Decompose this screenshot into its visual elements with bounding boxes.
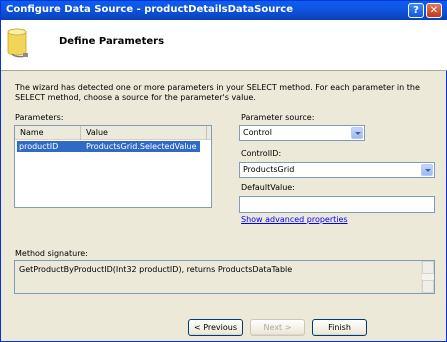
previous-button[interactable]: < Previous [188, 319, 243, 336]
window-title: Configure Data Source - productDetailsDa… [6, 4, 293, 15]
method-signature-scrollbar[interactable] [421, 261, 434, 293]
method-signature-label: Method signature: [15, 249, 88, 258]
parameter-name: productID [19, 142, 59, 151]
method-signature-box: GetProductByProductID(Int32 productID), … [14, 260, 435, 294]
control-id-select[interactable]: ProductsGrid [239, 162, 435, 178]
finish-button[interactable]: Finish [312, 319, 367, 336]
chevron-down-icon[interactable] [351, 127, 363, 139]
title-bar: Configure Data Source - productDetailsDa… [1, 1, 447, 20]
parameter-source-label: Parameter source: [241, 113, 315, 122]
column-header-value[interactable]: Value [81, 126, 207, 140]
parameters-label: Parameters: [15, 113, 64, 122]
scroll-up-icon[interactable] [422, 261, 434, 274]
page-heading: Define Parameters [59, 36, 165, 47]
close-button[interactable]: ✕ [426, 3, 442, 18]
next-button[interactable]: Next > [250, 319, 305, 336]
parameter-value: ProductsGrid.SelectedValue [86, 142, 197, 151]
parameter-source-value: Control [243, 128, 272, 137]
default-value-input[interactable] [239, 196, 435, 213]
scroll-down-icon[interactable] [422, 280, 434, 293]
default-value-label: DefaultValue: [241, 183, 295, 192]
parameter-row[interactable]: productID ProductsGrid.SelectedValue [17, 141, 200, 152]
parameters-list-header: Name Value [15, 126, 211, 140]
method-signature-text: GetProductByProductID(Int32 productID), … [19, 265, 293, 274]
column-header-name[interactable]: Name [15, 126, 81, 140]
wizard-description: The wizard has detected one or more para… [15, 83, 420, 102]
help-button[interactable]: ? [408, 3, 424, 18]
chevron-down-icon[interactable] [421, 164, 433, 176]
show-advanced-properties-link[interactable]: Show advanced properties [241, 215, 348, 224]
parameters-list[interactable]: Name Value productID ProductsGrid.Select… [14, 125, 212, 208]
parameter-source-select[interactable]: Control [239, 125, 365, 141]
control-id-label: ControlID: [241, 149, 282, 158]
configure-data-source-dialog: Configure Data Source - productDetailsDa… [0, 0, 447, 342]
database-icon [7, 28, 28, 58]
control-id-value: ProductsGrid [243, 165, 295, 174]
wizard-header: Define Parameters [1, 20, 447, 71]
